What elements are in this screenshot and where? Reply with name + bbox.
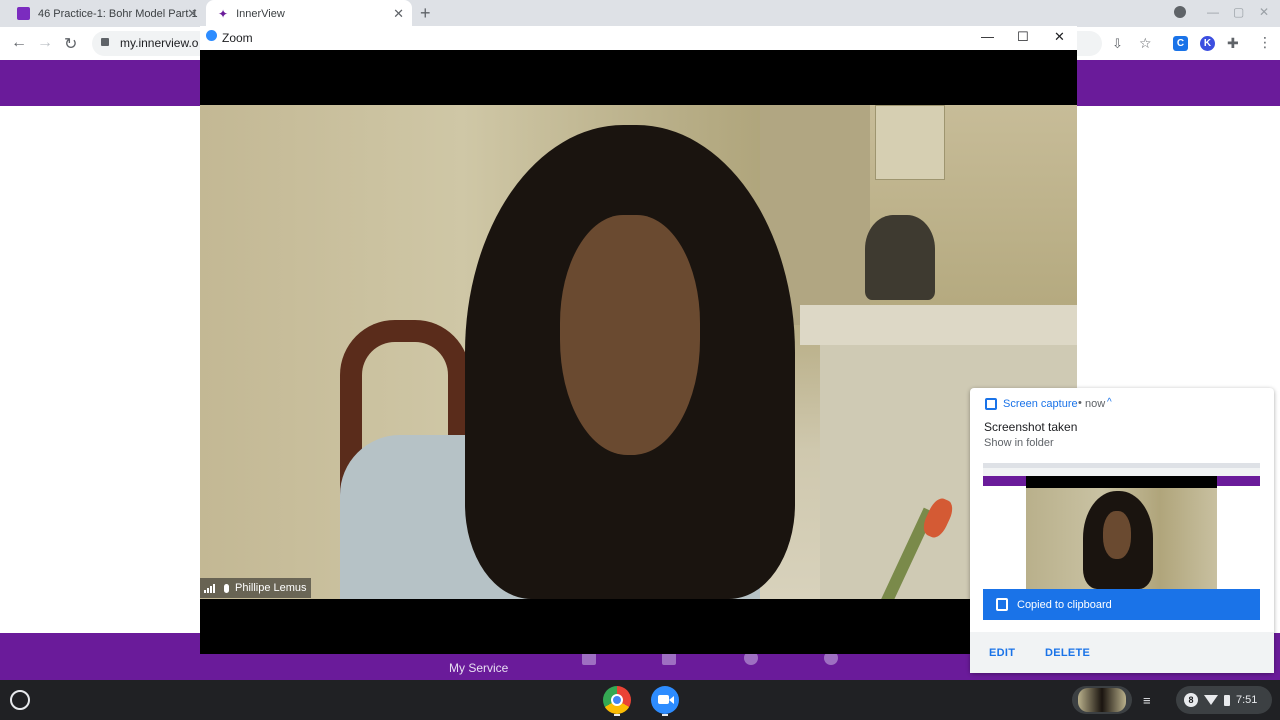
participant-name: Phillipe Lemus	[235, 582, 307, 594]
zoom-window-title: Zoom	[222, 31, 253, 45]
close-window-icon[interactable]: ✕	[1259, 5, 1269, 19]
copied-label: Copied to clipboard	[1017, 598, 1112, 611]
status-tray[interactable]: 8 7:51	[1176, 686, 1272, 714]
participant-video[interactable]	[200, 105, 1077, 599]
notification-actions	[970, 632, 1274, 673]
lock-icon	[101, 38, 109, 46]
chrome-running-indicator	[614, 714, 620, 716]
notification-count-badge: 8	[1184, 693, 1198, 707]
zoom-title-bar[interactable]	[200, 26, 1077, 50]
zoom-maximize-icon[interactable]: ☐	[1017, 29, 1029, 45]
tab-bohr-model[interactable]: 46 Practice-1: Bohr Model Part 1 ✕	[0, 0, 206, 27]
video-coffee-maker	[865, 215, 935, 300]
clipboard-icon	[996, 598, 1008, 611]
address-text[interactable]: my.innerview.o	[120, 36, 198, 50]
restore-icon[interactable]: ▢	[1233, 5, 1244, 19]
reload-icon[interactable]: ↻	[64, 34, 77, 54]
holding-space-thumbnail	[1078, 688, 1126, 712]
forward-icon[interactable]: →	[37, 34, 53, 52]
notification-time: now	[1085, 398, 1106, 410]
screenshot-thumbnail[interactable]	[983, 463, 1260, 589]
screen-capture-icon	[985, 398, 997, 410]
battery-icon	[1224, 694, 1230, 706]
chevron-up-icon[interactable]: ^	[1107, 397, 1112, 408]
new-tab-button[interactable]: +	[420, 3, 431, 24]
thumb-person-face	[1103, 511, 1131, 559]
notification-app-name: Screen capture	[1003, 398, 1078, 410]
extension-c-icon[interactable]: C	[1173, 36, 1188, 51]
participant-name-tag: Phillipe Lemus	[200, 578, 311, 598]
extension-icon[interactable]: ✚	[1227, 35, 1239, 52]
zoom-running-indicator	[662, 714, 668, 716]
close-tab-icon[interactable]: ✕	[393, 6, 404, 22]
zoom-camera-lens-glyph	[669, 696, 674, 704]
extension-k-icon[interactable]: K	[1200, 36, 1215, 51]
video-cabinet	[875, 105, 945, 180]
close-tab-icon[interactable]: ✕	[187, 6, 198, 22]
zoom-minimize-icon[interactable]: —	[981, 29, 994, 44]
profile-icon[interactable]	[1174, 6, 1186, 18]
zoom-close-icon[interactable]: ✕	[1054, 29, 1065, 45]
install-icon[interactable]: ⇩	[1112, 36, 1123, 52]
classroom-icon	[17, 7, 30, 20]
zoom-camera-glyph	[658, 695, 669, 704]
wifi-icon	[1204, 695, 1218, 705]
tab-title: 46 Practice-1: Bohr Model Part 1	[38, 7, 198, 20]
media-controls-icon[interactable]: ≡	[1143, 693, 1151, 708]
microphone-icon	[224, 583, 229, 593]
copied-to-clipboard-banner: Copied to clipboard	[983, 589, 1260, 620]
notification-title: Screenshot taken	[984, 420, 1078, 434]
tab-title: InnerView	[236, 7, 285, 20]
video-counter	[800, 305, 1077, 345]
star-icon[interactable]: ☆	[1139, 35, 1152, 52]
innerview-icon: ✦	[218, 6, 229, 21]
signal-icon	[204, 583, 216, 593]
tab-innerview[interactable]: ✦ InnerView ✕	[206, 0, 412, 27]
video-person-face	[560, 215, 700, 455]
delete-button[interactable]: DELETE	[1045, 647, 1090, 659]
zoom-logo-icon	[206, 30, 217, 41]
my-service-link[interactable]: My Service	[449, 661, 508, 675]
launcher-icon[interactable]	[10, 690, 30, 710]
show-in-folder-link[interactable]: Show in folder	[984, 437, 1054, 449]
chrome-icon-center	[611, 694, 623, 706]
back-icon[interactable]: ←	[11, 34, 27, 52]
notification-separator: •	[1078, 397, 1082, 409]
thumb-toolbar	[983, 468, 1260, 476]
minimize-icon[interactable]: —	[1207, 5, 1219, 19]
menu-icon[interactable]: ⋮	[1258, 34, 1272, 51]
edit-button[interactable]: EDIT	[989, 647, 1015, 659]
clock: 7:51	[1236, 694, 1258, 706]
